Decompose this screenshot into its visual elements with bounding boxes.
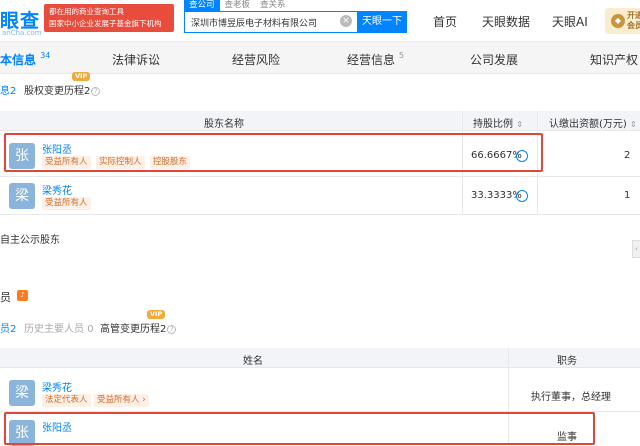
tab-count: 5 (398, 51, 404, 60)
col-shareholder-name: 股东名称 (204, 119, 244, 130)
tab-risk[interactable]: 经营风险 (232, 51, 280, 68)
tag-label: 受益所有人 (97, 395, 140, 405)
clear-search-icon[interactable]: × (340, 15, 352, 27)
nav-home[interactable]: 首页 (433, 13, 457, 30)
col-subscribed-amount[interactable]: 认缴出资额(万元) ⇕ (549, 115, 637, 130)
vip-badge: VIP (147, 310, 166, 319)
tab-operation[interactable]: 经营信息 5 (347, 51, 404, 68)
promo-line-2: 国家中小企业发展子基金旗下机构 (49, 19, 162, 28)
vip-diamond-icon: ◆ (611, 14, 625, 28)
vip-label-1: 开通 (627, 11, 640, 20)
subtab-history-staff[interactable]: 历史主要人员 0 (24, 320, 94, 335)
bell-icon[interactable]: ♪ (17, 290, 28, 301)
nav-ai[interactable]: 天眼AI (552, 13, 588, 30)
search-tab-company[interactable]: 查公司 (184, 0, 220, 11)
col-name: 姓名 (243, 356, 263, 367)
staff-table-header (0, 348, 640, 368)
shareholder-table-header (0, 111, 640, 131)
open-vip-button[interactable]: ◆ 开通 会员 (605, 8, 640, 34)
chevron-right-icon: › (142, 395, 146, 405)
subscribed-amount: 1 (624, 190, 631, 201)
search-tab-relation[interactable]: 查关系 (255, 0, 291, 11)
highlight-box (4, 133, 543, 172)
nav-data[interactable]: 天眼数据 (482, 13, 530, 30)
subtab-count: 2 (10, 324, 17, 335)
search-button[interactable]: 天眼一下 (357, 11, 407, 33)
subtab-label: 员 (0, 324, 10, 335)
subtab-count: 2 (160, 324, 167, 335)
self-disclosed-shareholders-link[interactable]: 自主公示股东 (0, 231, 60, 246)
promo-banner[interactable]: 都在用的商业查询工具 国家中小企业发展子基金旗下机构 (44, 4, 174, 32)
col-label: 认缴出资额(万元) (549, 119, 627, 130)
staff-position: 执行董事，总经理 (531, 392, 611, 403)
help-icon[interactable]: ? (91, 86, 101, 96)
subtab-equity-history[interactable]: 股权变更历程2? (24, 82, 101, 97)
highlight-box (4, 412, 595, 445)
search-tab-boss[interactable]: 查老板 (220, 0, 256, 11)
tab-ip[interactable]: 知识产权 (590, 51, 638, 68)
subtab-label: 历史主要人员 (24, 324, 84, 335)
tab-development[interactable]: 公司发展 (470, 51, 518, 68)
vip-label-2: 会员 (627, 21, 640, 30)
tag-beneficial-owner: 受益所有人 (42, 197, 91, 210)
equity-chart-icon[interactable] (516, 190, 528, 202)
divider (0, 176, 640, 177)
subtab-shareholders[interactable]: 息2 (0, 82, 16, 97)
col-label: 持股比例 (473, 119, 513, 130)
section-title: 员 (0, 291, 11, 304)
subscribed-amount: 2 (624, 150, 631, 161)
top-bar: 眼查 anCha.com 都在用的商业查询工具 国家中小企业发展子基金旗下机构 … (0, 0, 640, 42)
main-tab-bar: 本信息 34 法律诉讼 经营风险 经营信息 5 公司发展 知识产权 (0, 42, 640, 74)
search-input[interactable]: 深圳市博昱辰电子材料有限公司 (184, 11, 358, 33)
tab-count: 34 (40, 51, 51, 60)
divider (0, 214, 640, 215)
tab-legal[interactable]: 法律诉讼 (112, 51, 160, 68)
subtab-count: 2 (10, 86, 17, 97)
avatar[interactable]: 梁 (9, 380, 35, 406)
promo-line-1: 都在用的商业查询工具 (49, 7, 124, 16)
subtab-count: 2 (84, 86, 91, 97)
help-icon[interactable]: ? (167, 324, 177, 334)
sort-icon[interactable]: ⇕ (516, 120, 523, 129)
subtab-main-staff[interactable]: 员2 (0, 320, 16, 335)
side-collapse-handle[interactable]: ‹ (632, 240, 640, 258)
subtab-label: 股权变更历程 (24, 86, 84, 97)
vip-badge: VIP (72, 72, 91, 81)
subtab-label: 高管变更历程 (100, 324, 160, 335)
search-type-tabs: 查公司 查老板 查关系 (184, 0, 291, 11)
tag-beneficial-owner[interactable]: 受益所有人 › (94, 394, 149, 407)
subtab-count: 0 (87, 324, 94, 335)
tab-basic-info[interactable]: 本信息 34 (0, 51, 50, 68)
share-ratio: 33.3333% (471, 190, 522, 201)
avatar[interactable]: 梁 (9, 183, 35, 209)
subtab-exec-history[interactable]: 高管变更历程2? (100, 320, 177, 335)
tag-legal-rep: 法定代表人 (42, 394, 91, 407)
tab-label: 经营信息 (347, 53, 396, 67)
col-ratio[interactable]: 持股比例 ⇕ (473, 115, 523, 130)
col-position: 职务 (557, 356, 577, 367)
site-logo-domain: anCha.com (2, 29, 42, 37)
subtab-label: 息 (0, 86, 10, 97)
sort-icon[interactable]: ⇕ (630, 120, 637, 129)
shareholder-name-link[interactable]: 梁秀花 (42, 182, 72, 197)
staff-name-link[interactable]: 梁秀花 (42, 379, 72, 394)
tab-label: 本信息 (0, 53, 37, 67)
